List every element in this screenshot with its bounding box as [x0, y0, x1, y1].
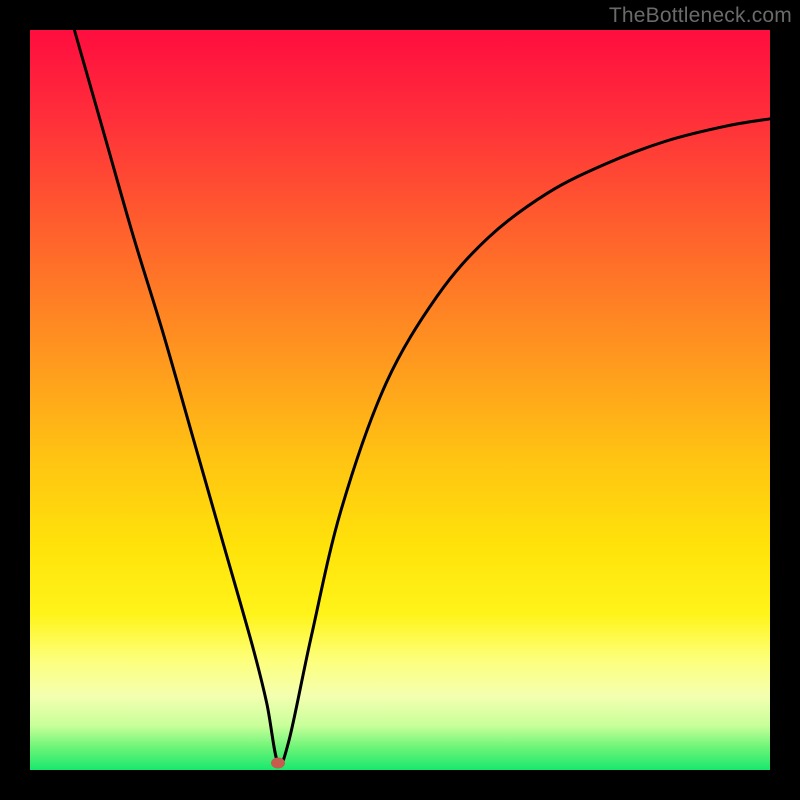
bottleneck-curve [30, 30, 770, 770]
chart-frame: TheBottleneck.com [0, 0, 800, 800]
curve-path [74, 30, 770, 765]
minimum-marker [271, 757, 285, 768]
watermark-text: TheBottleneck.com [609, 4, 792, 28]
plot-area [30, 30, 770, 770]
